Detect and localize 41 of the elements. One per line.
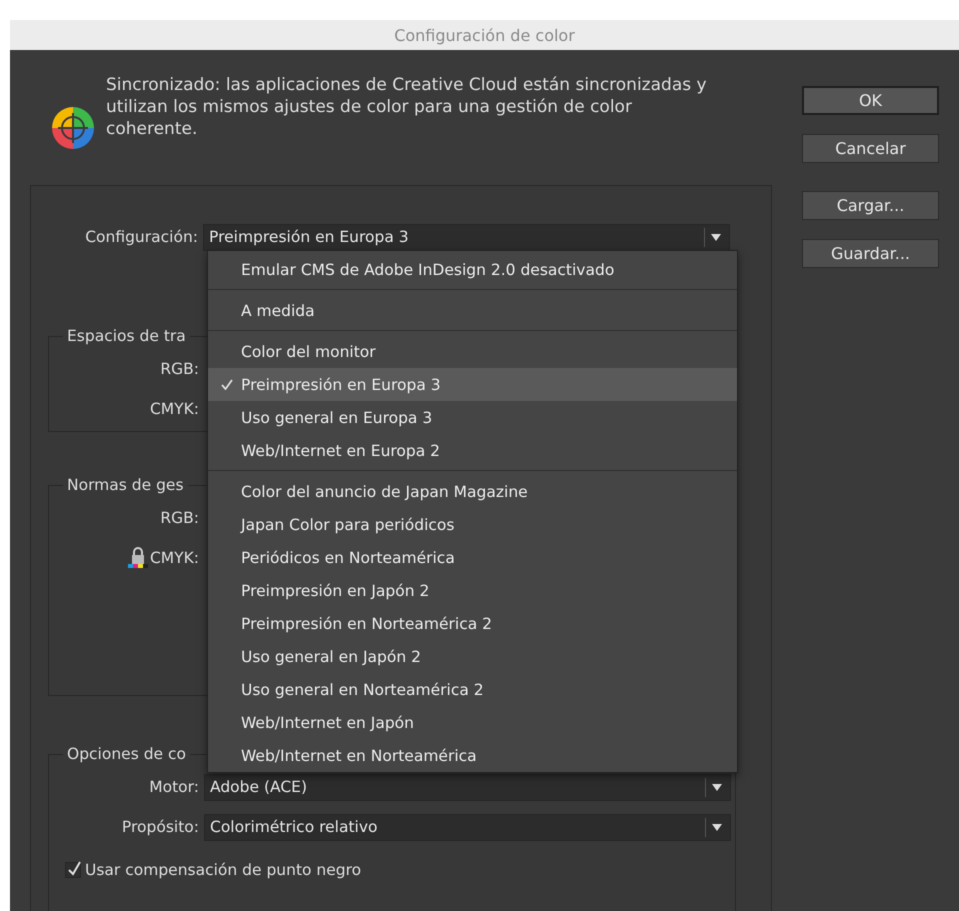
field-label: Configuración: xyxy=(84,228,199,246)
group-title: Opciones de co xyxy=(66,745,188,763)
menu-item[interactable]: Uso general en Norteamérica 2 xyxy=(208,673,737,706)
caret-icon xyxy=(712,784,722,790)
field-label: RGB: xyxy=(160,360,199,378)
menu-item[interactable]: Web/Internet en Norteamérica xyxy=(208,739,737,772)
caret-icon xyxy=(711,234,721,240)
color-wheel-icon xyxy=(50,105,96,151)
menu-item[interactable]: Uso general en Europa 3 xyxy=(208,401,737,434)
menu-item[interactable]: Preimpresión en Norteamérica 2 xyxy=(208,607,737,640)
dropdown[interactable]: Adobe (ACE) xyxy=(204,774,731,800)
menu-item[interactable]: Japan Color para periódicos xyxy=(208,508,737,541)
group-title: Espacios de tra xyxy=(66,327,187,345)
checkbox-label: Usar compensación de punto negro xyxy=(85,861,362,879)
window-title: Configuración de color xyxy=(394,26,575,44)
menu-item[interactable]: Web/Internet en Japón xyxy=(208,706,737,739)
menu-item[interactable]: Color del anuncio de Japan Magazine xyxy=(208,475,737,508)
field-label: CMYK: xyxy=(150,549,199,567)
sync-message: Sincronizado: las aplicaciones de Creative Cloud están sincronizadas y utilizan los mismos ajustes de color para una gestión de color coherente. xyxy=(106,74,708,140)
field-label: CMYK: xyxy=(150,400,199,418)
dialog-button[interactable]: OK xyxy=(802,86,939,115)
menu-item[interactable]: Web/Internet en Europa 2 xyxy=(208,434,737,467)
checkbox[interactable] xyxy=(65,862,81,878)
field-label: RGB: xyxy=(160,509,199,527)
dialog-button[interactable]: Cargar... xyxy=(802,191,939,220)
menu-item[interactable]: Preimpresión en Europa 3 xyxy=(208,368,737,401)
dialog-button[interactable]: Guardar... xyxy=(802,239,939,268)
group-title: Normas de ges xyxy=(66,476,185,494)
caret-icon xyxy=(712,824,722,830)
settings-dropdown[interactable]: Preimpresión en Europa 3 xyxy=(203,224,730,250)
dialog-button[interactable]: Cancelar xyxy=(802,134,939,163)
menu-item[interactable]: Emular CMS de Adobe InDesign 2.0 desactivado xyxy=(208,253,737,286)
menu-item[interactable]: Uso general en Japón 2 xyxy=(208,640,737,673)
dropdown[interactable]: Colorimétrico relativo xyxy=(204,814,731,840)
menu-item[interactable]: Periódicos en Norteamérica xyxy=(208,541,737,574)
field-label: Propósito: xyxy=(122,818,199,836)
menu-item[interactable]: Color del monitor xyxy=(208,335,737,368)
menu-item[interactable]: A medida xyxy=(208,294,737,327)
checkmark-icon xyxy=(221,379,233,390)
menu-item[interactable]: Preimpresión en Japón 2 xyxy=(208,574,737,607)
field-label: Motor: xyxy=(149,778,199,796)
